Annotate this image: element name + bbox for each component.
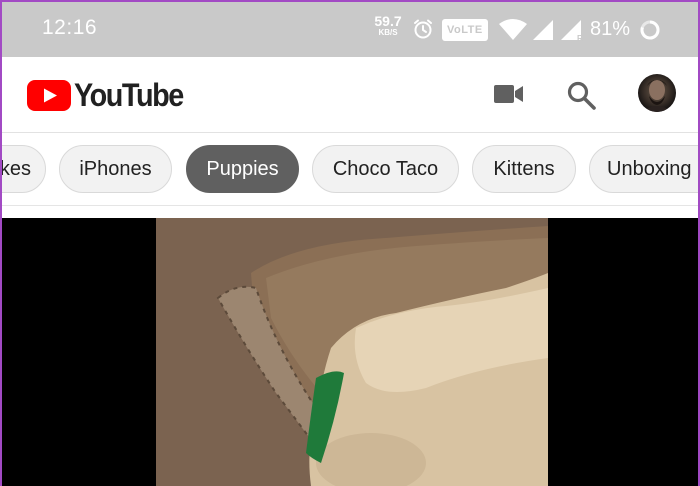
battery-ring-icon [640,20,660,40]
video-frame[interactable] [156,218,548,486]
chip-label: Choco Taco [332,157,439,180]
chip-kes[interactable]: kes [2,145,46,193]
signal-icon: R [561,20,583,42]
chip-choco-taco[interactable]: Choco Taco [312,145,459,193]
filter-chip-bar: kes iPhones Puppies Choco Taco Kittens U… [2,133,698,206]
chip-label: kes [2,157,31,180]
divider [2,206,698,218]
avatar[interactable] [638,74,676,112]
chip-unboxing[interactable]: Unboxing [589,145,698,193]
app-header: YouTube [2,57,698,133]
video-player[interactable] [2,218,698,486]
battery-percent: 81% [590,18,631,40]
chip-label: Puppies [206,157,279,180]
chip-puppies[interactable]: Puppies [186,145,299,193]
chip-label: Kittens [493,157,555,180]
youtube-play-icon [27,79,71,111]
volte-icon: VoLTE [442,19,488,41]
chip-iphones[interactable]: iPhones [59,145,172,193]
signal-icon [533,20,553,40]
youtube-logo[interactable]: YouTube [27,76,195,113]
chip-label: iPhones [79,157,152,180]
youtube-wordmark: YouTube [74,76,184,113]
video-thumbnail [156,218,548,486]
status-time: 12:16 [42,16,98,39]
chip-label: Unboxing [607,157,692,180]
network-speed: 59.7 KB/S [370,14,406,37]
search-icon[interactable] [565,79,599,113]
wifi-icon [499,19,527,40]
status-bar: 12:16 59.7 KB/S VoLTE R 81% [2,0,698,57]
network-speed-unit: KB/S [378,28,398,37]
camera-icon[interactable] [492,79,526,109]
alarm-icon [414,19,432,39]
network-speed-value: 59.7 [374,13,402,29]
avatar-image [642,80,672,112]
chip-kittens[interactable]: Kittens [472,145,576,193]
svg-text:R: R [577,34,583,42]
